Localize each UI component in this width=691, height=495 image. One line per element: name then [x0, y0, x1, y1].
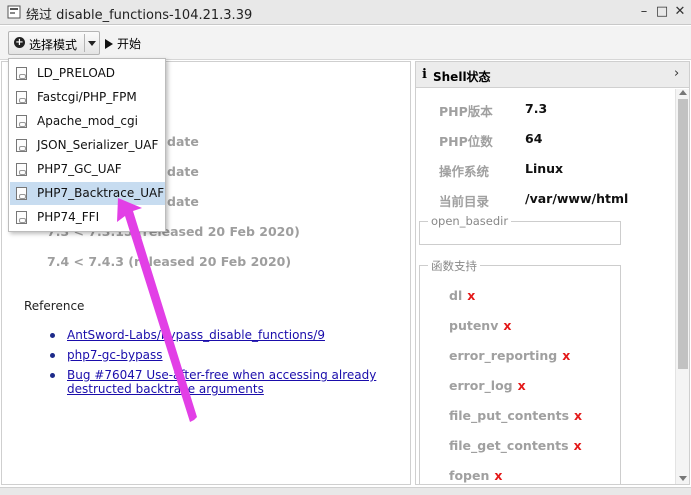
button-divider [84, 34, 85, 52]
file-icon [16, 187, 27, 200]
list-item: Bug #76047 Use-after-free when accessing… [47, 368, 407, 396]
unsupported-mark: x [503, 318, 512, 333]
php-bits-value: 64 [525, 131, 543, 146]
scroll-down-icon[interactable] [679, 476, 687, 481]
menu-item-label: LD_PRELOAD [37, 66, 116, 80]
unsupported-mark: x [494, 468, 503, 483]
unsupported-mark: x [467, 288, 476, 303]
menu-item-ld-preload[interactable]: LD_PRELOAD [10, 62, 165, 85]
function-item: putenv x [449, 318, 511, 333]
chevron-right-icon[interactable]: › [674, 66, 679, 81]
function-name: putenv [449, 318, 499, 333]
menu-item-label: Fastcgi/PHP_FPM [37, 90, 137, 104]
function-support-legend: 函数支持 [428, 258, 480, 274]
start-label: 开始 [117, 37, 142, 51]
version-line: 7.4 < 7.4.3 (released 20 Feb 2020) [47, 254, 292, 269]
menu-item-json-serializer-uaf[interactable]: JSON_Serializer_UAF [10, 134, 165, 157]
function-name: file_get_contents [449, 438, 569, 453]
menu-item-label: Apache_mod_cgi [37, 114, 138, 128]
scroll-thumb[interactable] [678, 99, 688, 369]
app-icon [7, 5, 21, 19]
open-basedir-legend: open_basedir [428, 214, 512, 228]
shell-panel-scrollbar[interactable] [675, 89, 689, 484]
menu-item-label: JSON_Serializer_UAF [37, 138, 159, 152]
function-name: error_log [449, 378, 513, 393]
shell-status-header[interactable]: i Shell状态 › [416, 62, 689, 88]
open-basedir-group: open_basedir [419, 214, 621, 245]
menu-item-label: PHP7_GC_UAF [37, 162, 122, 176]
partial-text: date [167, 164, 199, 179]
mode-dropdown-menu: LD_PRELOAD Fastcgi/PHP_FPM Apache_mod_cg… [8, 58, 166, 232]
unsupported-mark: x [574, 408, 583, 423]
status-bar [0, 487, 691, 495]
select-mode-label: 选择模式 [29, 38, 78, 52]
select-mode-button[interactable]: + 选择模式 [8, 31, 100, 55]
menu-item-apache-mod-cgi[interactable]: Apache_mod_cgi [10, 110, 165, 133]
file-icon [16, 211, 27, 224]
reference-list: AntSword-Labs/bypass_disable_functions/9… [47, 328, 407, 402]
shell-status-panel: i Shell状态 › PHP版本 7.3 PHP位数 64 操作系统 Linu… [415, 61, 690, 485]
reference-link[interactable]: php7-gc-bypass [67, 348, 163, 362]
function-name: dl [449, 288, 463, 303]
os-label: 操作系统 [439, 164, 490, 179]
play-icon [105, 39, 113, 49]
shell-status-title: Shell状态 [433, 70, 491, 84]
cwd-label: 当前目录 [439, 194, 490, 209]
file-icon [16, 139, 27, 152]
list-item: AntSword-Labs/bypass_disable_functions/9 [47, 328, 407, 342]
bullet-icon [50, 373, 55, 378]
start-button[interactable]: 开始 [105, 35, 141, 53]
php-bits-label: PHP位数 [439, 134, 493, 149]
reference-heading: Reference [24, 299, 85, 313]
window-title: 绕过 disable_functions-104.21.3.39 [26, 8, 253, 23]
info-icon: i [422, 67, 427, 82]
menu-item-php7-gc-uaf[interactable]: PHP7_GC_UAF [10, 158, 165, 181]
menu-item-php7-backtrace-uaf[interactable]: PHP7_Backtrace_UAF [10, 182, 165, 205]
unsupported-mark: x [562, 348, 571, 363]
cwd-value: /var/www/html [525, 191, 629, 206]
menu-item-label: PHP74_FFI [37, 210, 100, 224]
file-icon [16, 163, 27, 176]
unsupported-mark: x [573, 438, 582, 453]
partial-text: date [167, 194, 199, 209]
plus-circle-icon: + [14, 37, 25, 48]
partial-text: date [167, 134, 199, 149]
php-version-label: PHP版本 [439, 104, 493, 119]
toolbar: + 选择模式 开始 [0, 26, 691, 60]
php-version-value: 7.3 [525, 101, 548, 116]
function-name: file_put_contents [449, 408, 570, 423]
function-name: error_reporting [449, 348, 558, 363]
function-item: file_put_contents x [449, 408, 582, 423]
menu-item-label: PHP7_Backtrace_UAF [37, 186, 165, 200]
file-icon [16, 91, 27, 104]
list-item: php7-gc-bypass [47, 348, 407, 362]
maximize-button[interactable]: □ [653, 3, 671, 21]
function-support-group: 函数支持 dl x putenv x error_reporting x error_… [419, 258, 621, 484]
bullet-icon [50, 333, 55, 338]
bullet-icon [50, 353, 55, 358]
function-item: dl x [449, 288, 475, 303]
menu-item-php74-ffi[interactable]: PHP74_FFI [10, 206, 165, 229]
caret-down-icon[interactable] [88, 41, 96, 46]
function-item: file_get_contents x [449, 438, 582, 453]
unsupported-mark: x [517, 378, 526, 393]
function-item: error_reporting x [449, 348, 570, 363]
reference-link[interactable]: Bug #76047 Use-after-free when accessing… [67, 368, 376, 396]
menu-item-fastcgi-php-fpm[interactable]: Fastcgi/PHP_FPM [10, 86, 165, 109]
os-value: Linux [525, 161, 564, 176]
function-item: fopen x [449, 468, 502, 483]
minimize-button[interactable]: – [635, 3, 653, 21]
scroll-up-icon[interactable] [679, 90, 687, 95]
close-button[interactable]: ✕ [671, 3, 689, 21]
file-icon [16, 67, 27, 80]
function-name: fopen [449, 468, 490, 483]
reference-link[interactable]: AntSword-Labs/bypass_disable_functions/9 [67, 328, 325, 342]
function-item: error_log x [449, 378, 526, 393]
file-icon [16, 115, 27, 128]
window-titlebar: 绕过 disable_functions-104.21.3.39 – □ ✕ [0, 0, 691, 25]
